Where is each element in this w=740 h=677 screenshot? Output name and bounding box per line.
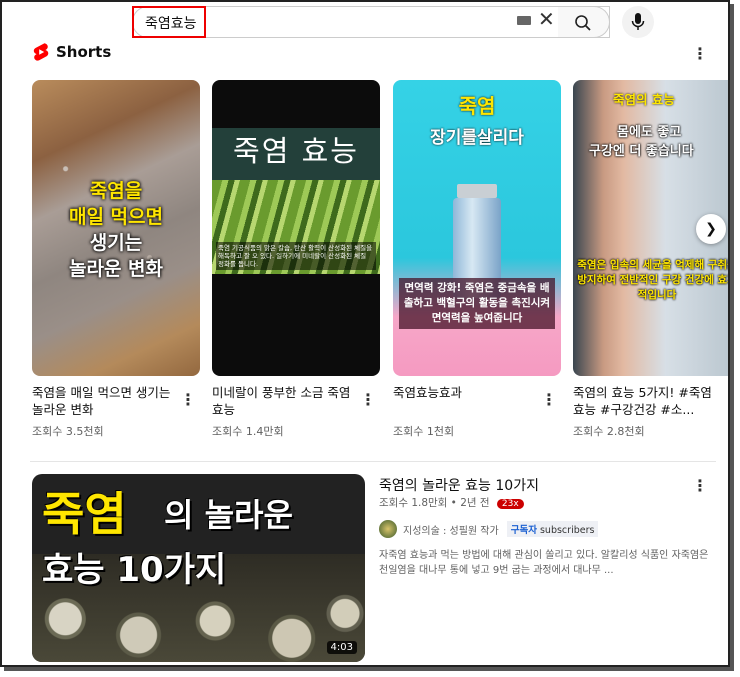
video-description: 자죽염 효능과 먹는 방법에 대해 관심이 쏠리고 있다. 알칼리성 식품인 자… <box>379 550 709 576</box>
video-meta: 조회수 1.8만회 • 2년 전 23x <box>379 495 524 510</box>
short-card[interactable]: 죽염 효능 죽염 기공식품의 맑은 칼슘, 탄산 활력이 산성화된 체질을 해독… <box>212 80 380 438</box>
thumb-text: 의 놀라운 <box>164 496 293 534</box>
short-thumbnail[interactable]: 죽염 효능 죽염 기공식품의 맑은 칼슘, 탄산 활력이 산성화된 체질을 해독… <box>212 80 380 376</box>
browser-frame: 죽염효능 ✕ Shorts ⋮ 죽염을 매일 먹으면 생기는 놀라운 변화 죽염… <box>0 0 730 667</box>
short-title[interactable]: 죽염효능효과 <box>393 384 543 401</box>
clear-icon[interactable]: ✕ <box>538 9 555 29</box>
short-overlay-line: 죽염을 <box>89 180 143 202</box>
short-overlay-line: 장기를살리다 <box>430 128 524 148</box>
shorts-logo-icon <box>33 43 49 61</box>
short-more-icon[interactable]: ⋮ <box>541 392 557 408</box>
video-thumbnail[interactable]: 죽염 의 놀라운 효능 10가지 4:03 <box>32 474 365 662</box>
short-overlay-line: 죽염 <box>458 94 496 118</box>
short-thumbnail[interactable]: 죽염을 매일 먹으면 생기는 놀라운 변화 <box>32 80 200 376</box>
search-button[interactable] <box>558 6 610 38</box>
video-views: 조회수 1.8만회 <box>379 497 448 509</box>
video-title[interactable]: 죽염의 놀라운 효능 10가지 <box>379 475 539 495</box>
multiplier-badge: 23x <box>496 499 524 509</box>
video-duration: 4:03 <box>326 641 357 654</box>
video-more-icon[interactable]: ⋮ <box>692 478 708 494</box>
short-views: 조회수 1천회 <box>393 425 455 438</box>
short-title[interactable]: 미네랄이 풍부한 소금 죽염 효능 <box>212 384 362 418</box>
short-overlay-line: 생기는 <box>89 232 143 254</box>
thumb-text-highlight: 죽염 <box>42 487 127 541</box>
short-views: 조회수 2.8천회 <box>573 425 645 438</box>
shorts-section-title: Shorts <box>56 43 112 61</box>
subscriber-badge: 구독자 subscribers <box>506 521 599 537</box>
short-overlay-line: 구강엔 더 좋습니다 <box>589 144 694 159</box>
search-highlight-box <box>132 6 206 38</box>
voice-search-button[interactable] <box>622 6 654 38</box>
short-caption: 죽염은 입속의 세균을 억제해 구취를 방지하여 전반적인 구강 건강에 효과적… <box>577 259 730 301</box>
video-age: 2년 전 <box>460 497 490 509</box>
section-divider <box>30 461 716 462</box>
short-title[interactable]: 죽염을 매일 먹으면 생기는 놀라운 변화 <box>32 384 182 418</box>
subscriber-label-en: subscribers <box>539 525 595 536</box>
search-icon <box>575 15 591 31</box>
short-overlay-line: 죽염 효능 <box>233 134 359 168</box>
channel-name[interactable]: 지성의술 : 성필원 작가 <box>403 522 499 537</box>
short-views: 조회수 1.4만회 <box>212 425 284 438</box>
short-title[interactable]: 죽염의 효능 5가지! #죽염효능 #구강건강 #소... <box>573 384 723 418</box>
short-caption: 면역력 강화! 죽염은 중금속을 배출하고 백혈구의 활동을 촉진시켜 면역력을… <box>399 278 555 329</box>
thumb-text: 효능 10가지 <box>42 550 227 590</box>
chevron-right-icon: ❯ <box>705 221 717 237</box>
channel-row[interactable]: 지성의술 : 성필원 작가 구독자 subscribers <box>379 520 599 538</box>
short-overlay-line: 놀라운 변화 <box>68 258 163 280</box>
shorts-more-icon[interactable]: ⋮ <box>692 46 708 62</box>
short-overlay-line: 매일 먹으면 <box>68 206 163 228</box>
next-arrow-button[interactable]: ❯ <box>696 214 726 244</box>
channel-avatar[interactable] <box>379 520 397 538</box>
short-card[interactable]: 죽염을 매일 먹으면 생기는 놀라운 변화 죽염을 매일 먹으면 생기는 놀라운… <box>32 80 200 438</box>
subscriber-label-kr: 구독자 <box>510 525 537 536</box>
vial-cap <box>457 184 497 198</box>
short-overlay-line: 몸에도 좋고 <box>617 125 682 140</box>
short-more-icon[interactable]: ⋮ <box>180 392 196 408</box>
short-overlay-line: 죽염의 효능 <box>613 92 675 107</box>
short-views: 조회수 3.5천회 <box>32 425 104 438</box>
short-more-icon[interactable]: ⋮ <box>360 392 376 408</box>
keyboard-icon[interactable] <box>517 16 531 25</box>
short-caption: 죽염 기공식품의 맑은 칼슘, 탄산 활력이 산성화된 체질을 해독하고 잘 오… <box>216 242 376 270</box>
microphone-icon <box>631 13 645 30</box>
short-thumbnail[interactable]: 죽염 장기를살리다 면역력 강화! 죽염은 중금속을 배출하고 백혈구의 활동을… <box>393 80 561 376</box>
short-card[interactable]: 죽염 장기를살리다 면역력 강화! 죽염은 중금속을 배출하고 백혈구의 활동을… <box>393 80 561 438</box>
